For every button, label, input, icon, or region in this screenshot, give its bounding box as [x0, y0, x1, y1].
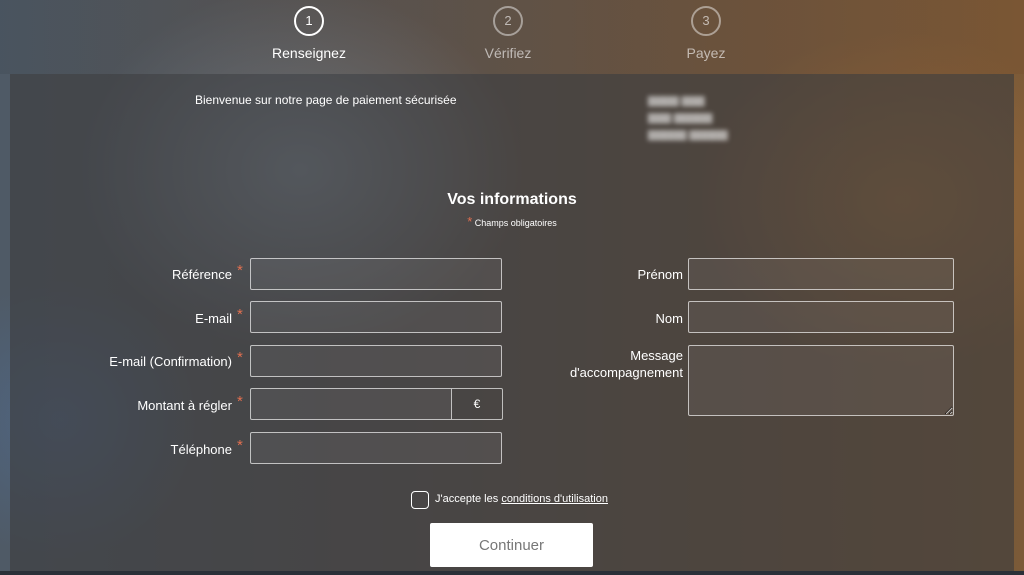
terms-checkbox[interactable] [411, 491, 429, 509]
email-input[interactable] [250, 301, 502, 333]
form-title: Vos informations [447, 191, 577, 208]
amount-label: Montant à régler [137, 398, 232, 413]
email-label: E-mail [195, 311, 232, 326]
terms-prefix: J'accepte les [435, 493, 499, 505]
required-note: * Champs obligatoires [0, 214, 1024, 229]
welcome-text: Bienvenue sur notre page de paiement séc… [195, 93, 457, 107]
required-star-icon: * [237, 306, 243, 323]
step-verifiez: 2 Vérifiez [448, 6, 568, 61]
merchant-info-blurred: ▇▇▇▇ ▇▇▇ ▇▇▇ ▇▇▇▇▇ ▇▇▇▇▇ ▇▇▇▇▇ [648, 96, 728, 141]
firstname-input[interactable] [688, 258, 954, 290]
terms-text: J'accepte les conditions d'utilisation [435, 493, 608, 505]
required-star-icon: * [237, 262, 243, 279]
step-number: 1 [294, 6, 324, 36]
phone-input[interactable] [250, 432, 502, 464]
message-label: Message d'accompagnement [570, 347, 683, 381]
message-label-line1: Message [630, 348, 683, 363]
required-star-icon: * [237, 393, 243, 410]
step-label: Payez [686, 45, 726, 61]
lastname-input[interactable] [688, 301, 954, 333]
email-confirm-label: E-mail (Confirmation) [109, 354, 232, 369]
required-star-icon: * [237, 349, 243, 366]
required-star-icon: * [237, 437, 243, 454]
message-label-line2: d'accompagnement [569, 365, 683, 380]
lastname-label: Nom [655, 311, 683, 326]
email-confirm-input[interactable] [250, 345, 502, 377]
step-number: 2 [493, 6, 523, 36]
bottom-bar [0, 571, 1024, 575]
reference-label: Référence [172, 267, 232, 282]
step-label: Renseignez [272, 45, 346, 61]
continue-button[interactable]: Continuer [430, 523, 593, 567]
firstname-label: Prénom [637, 267, 683, 282]
step-number: 3 [691, 6, 721, 36]
currency-addon: € [452, 388, 503, 420]
progress-header: 1 Renseignez 2 Vérifiez 3 Payez [0, 0, 1024, 74]
step-payez: 3 Payez [646, 6, 766, 61]
terms-link[interactable]: conditions d'utilisation [501, 493, 608, 505]
phone-label: Téléphone [170, 442, 232, 457]
required-note-text: Champs obligatoires [474, 218, 557, 228]
step-label: Vérifiez [484, 45, 532, 61]
amount-input[interactable] [250, 388, 452, 420]
reference-input[interactable] [250, 258, 502, 290]
required-star-icon: * [467, 214, 473, 229]
step-renseignez: 1 Renseignez [249, 6, 369, 61]
message-textarea[interactable] [688, 345, 954, 416]
